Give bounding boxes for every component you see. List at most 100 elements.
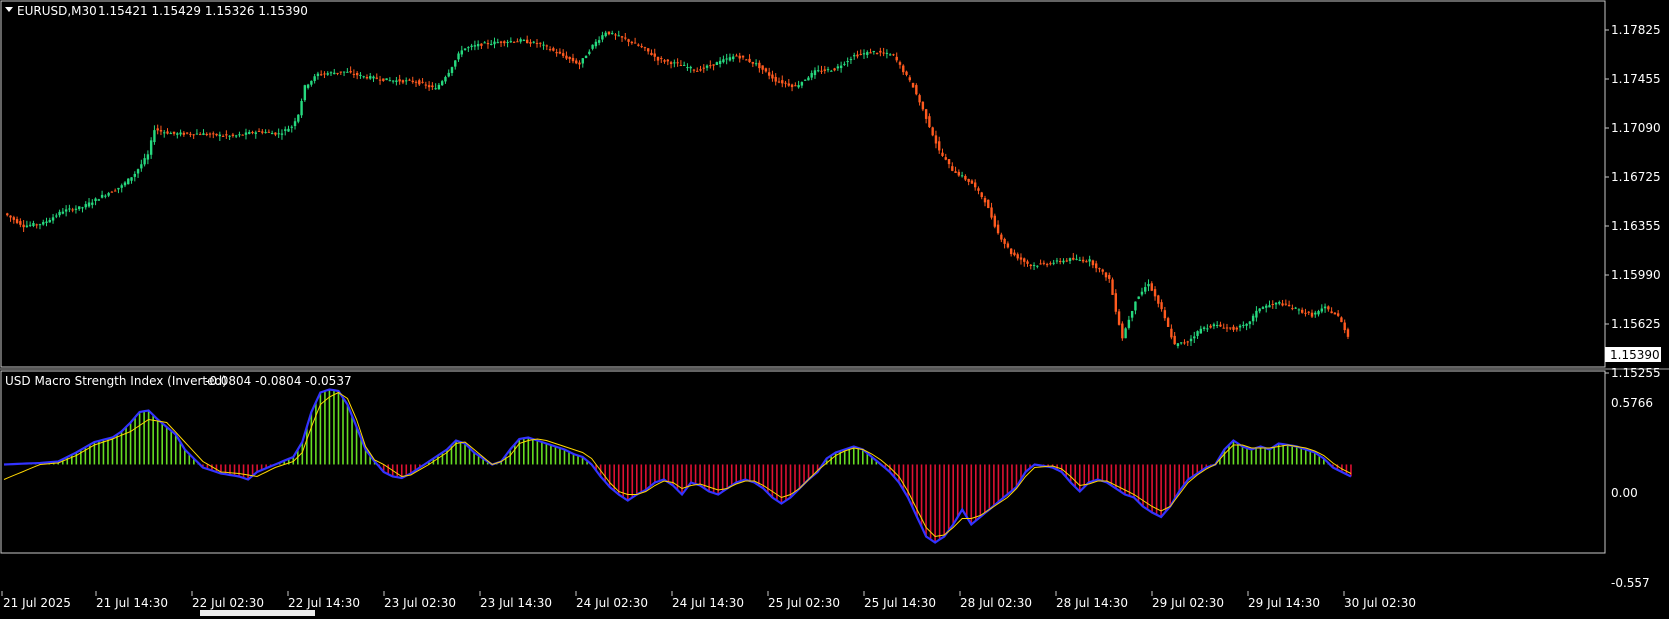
- candle-body: [1127, 319, 1131, 328]
- candle-body: [539, 42, 542, 44]
- candle-body: [519, 39, 522, 42]
- candle-body: [319, 74, 323, 76]
- candle-body: [611, 32, 614, 34]
- candle-body: [64, 209, 68, 212]
- ohlc-values: 1.15421 1.15429 1.15326 1.15390: [98, 4, 308, 18]
- candle-body: [454, 60, 457, 67]
- candle-body: [1166, 318, 1170, 327]
- candle-body: [136, 169, 140, 174]
- candle-body: [1026, 261, 1029, 264]
- candle-body: [1333, 312, 1337, 315]
- time-tick: 28 Jul 14:30: [1056, 596, 1128, 610]
- candle-body: [1327, 306, 1330, 310]
- candle-body: [941, 152, 944, 156]
- candle-body: [1130, 311, 1134, 318]
- candle-body: [503, 41, 506, 44]
- candle-body: [696, 70, 699, 72]
- candle-body: [1323, 306, 1327, 309]
- candle-body: [1274, 302, 1278, 305]
- candle-body: [973, 182, 977, 188]
- candle-body: [617, 35, 620, 37]
- candle-body: [1009, 248, 1013, 255]
- candle-body: [803, 79, 807, 81]
- candle-body: [1039, 263, 1042, 265]
- candle-body: [833, 68, 836, 71]
- candle-body: [270, 133, 274, 135]
- candle-body: [166, 131, 169, 134]
- candle-body: [493, 41, 496, 45]
- candle-body: [1170, 328, 1173, 338]
- candle-body: [669, 62, 673, 65]
- candle-body: [604, 32, 607, 37]
- candle-body: [287, 128, 290, 132]
- candle-body: [280, 133, 284, 135]
- candle-body: [1248, 321, 1252, 325]
- candle-body: [1251, 315, 1255, 322]
- candle-body: [1225, 327, 1229, 329]
- candle-body: [1150, 283, 1153, 291]
- candle-body: [902, 65, 905, 73]
- candle-body: [323, 73, 326, 75]
- candle-body: [1104, 272, 1108, 278]
- indicator-tick: 0.00: [1611, 486, 1638, 500]
- candle-body: [411, 80, 414, 83]
- candle-body: [490, 43, 493, 45]
- candle-body: [771, 74, 774, 79]
- candle-body: [1036, 265, 1039, 267]
- candle-body: [185, 132, 189, 134]
- candle-body: [61, 211, 65, 214]
- candle-body: [872, 51, 876, 53]
- candle-body: [813, 70, 817, 76]
- candle-body: [650, 52, 653, 56]
- candle-body: [555, 52, 558, 54]
- price-tick: 1.16725: [1611, 170, 1661, 184]
- candle-body: [1281, 303, 1284, 306]
- candle-body: [1094, 263, 1098, 269]
- candle-body: [463, 48, 467, 51]
- candle-body: [1232, 326, 1235, 330]
- candle-body: [1268, 305, 1271, 308]
- candle-body: [212, 133, 215, 135]
- candle-body: [679, 65, 683, 67]
- candle-body: [601, 35, 604, 40]
- candle-body: [1176, 343, 1180, 347]
- trading-terminal-chart[interactable]: EURUSD,M30 1.15421 1.15429 1.15326 1.153…: [0, 0, 1669, 616]
- candle-body: [244, 132, 248, 135]
- candle-body: [359, 74, 362, 76]
- candle-body: [447, 72, 450, 77]
- candle-body: [702, 67, 705, 69]
- candle-body: [1173, 335, 1176, 345]
- candle-body: [682, 64, 686, 66]
- candle-body: [718, 60, 722, 64]
- candle-body: [1291, 308, 1294, 310]
- candle-body: [1042, 262, 1046, 264]
- chart-canvas[interactable]: EURUSD,M30 1.15421 1.15429 1.15326 1.153…: [0, 0, 1669, 616]
- price-tick: 1.17825: [1611, 23, 1661, 37]
- window-tab[interactable]: [200, 610, 315, 616]
- candle-body: [1032, 265, 1036, 267]
- candle-body: [918, 95, 921, 103]
- candle-body: [506, 42, 509, 44]
- candle-body: [741, 55, 745, 58]
- candle-body: [440, 81, 444, 86]
- candle-body: [437, 84, 441, 90]
- candle-body: [800, 82, 804, 86]
- candle-body: [1196, 331, 1199, 336]
- candle-body: [1117, 311, 1121, 325]
- candle-body: [476, 43, 480, 47]
- candle-body: [954, 171, 957, 173]
- candle-body: [1081, 259, 1085, 262]
- candle-body: [839, 65, 843, 69]
- candle-body: [640, 46, 643, 48]
- candle-body: [908, 77, 911, 81]
- candle-body: [575, 60, 578, 64]
- candle-body: [980, 192, 983, 198]
- candle-body: [643, 47, 647, 49]
- candle-body: [732, 56, 735, 60]
- candle-body: [28, 224, 32, 226]
- candle-body: [460, 50, 463, 55]
- candle-body: [738, 55, 741, 59]
- candle-body: [1023, 258, 1026, 262]
- candle-body: [375, 77, 378, 79]
- candle-body: [725, 58, 728, 60]
